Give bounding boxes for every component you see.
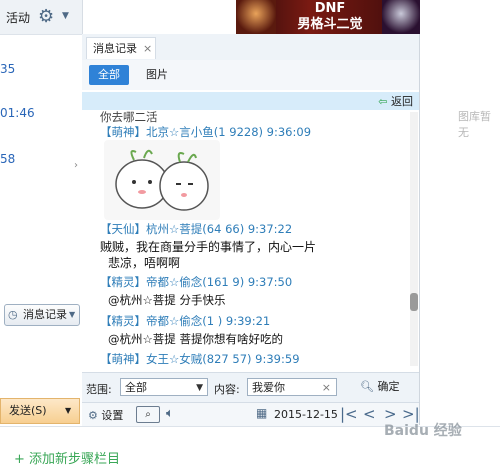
scrollbar-thumb[interactable] — [410, 293, 418, 311]
tab-bar: 消息记录 × — [82, 34, 419, 61]
chevron-down-icon: ▼ — [69, 310, 76, 319]
send-button-label: 发送(S) — [9, 404, 47, 417]
chevron-down-icon: ▼ — [196, 383, 203, 393]
scrollbar-track[interactable] — [410, 112, 418, 366]
left-panel: 活动 ⚙ ▼ 35 01:46 58 › ◷ 消息记录 ▼ 发送(S) ▼ — [0, 0, 83, 425]
left-topbar: 活动 ⚙ ▼ — [0, 0, 82, 35]
time-fragment: 01:46 — [0, 106, 35, 120]
settings-label: 设置 — [101, 409, 124, 422]
sticker-image[interactable] — [104, 140, 220, 220]
first-page-icon[interactable]: |< — [340, 405, 358, 423]
filter-pictures-button[interactable]: 图片 — [146, 65, 168, 85]
ad-character-left — [236, 0, 276, 34]
back-bar: ⇦ 返回 — [82, 92, 419, 110]
time-fragment: 58 — [0, 152, 16, 166]
confirm-label: 确定 — [377, 380, 400, 393]
ad-line1: DNF — [314, 1, 346, 16]
date-display[interactable]: 2015-12-15 — [274, 408, 338, 421]
ad-line2: 男格斗二觉 — [297, 17, 363, 32]
calendar-icon[interactable]: ▦ — [256, 406, 267, 420]
range-value: 全部 — [125, 381, 147, 394]
history-button[interactable]: ◷ 消息记录 ▼ — [4, 304, 80, 326]
tab-message-history[interactable]: 消息记录 × — [86, 37, 156, 59]
history-button-label: 消息记录 — [23, 308, 67, 321]
message-body: @杭州☆菩提 分手快乐 — [108, 293, 226, 307]
back-arrow-icon: ⇦ — [378, 95, 388, 108]
time-fragment: 35 — [0, 62, 16, 76]
content-label: 内容: — [214, 383, 240, 396]
close-icon[interactable]: × — [143, 38, 152, 60]
ad-text: DNF 男格斗二觉 — [284, 1, 376, 33]
collapse-arrow-icon[interactable]: › — [74, 160, 78, 171]
filter-all-button[interactable]: 全部 — [89, 65, 129, 85]
back-label: 返回 — [391, 95, 413, 108]
settings-button[interactable]: ⚙ 设置 — [88, 407, 123, 423]
message-body: 悲凉，唔啊啊 — [108, 256, 181, 270]
activity-label: 活动 — [6, 11, 31, 25]
send-button[interactable]: 发送(S) ▼ — [0, 398, 80, 424]
search-icon: 🔍︎ — [360, 380, 374, 393]
range-label: 范围: — [86, 383, 112, 396]
content-value: 我爱你 — [252, 381, 285, 394]
sticker-drawing — [115, 149, 209, 211]
right-hint-text: 图库暂无 — [458, 110, 491, 139]
content-search-input[interactable]: 我爱你 × — [247, 378, 337, 396]
subtab-bar: 全部 图片 — [82, 60, 419, 90]
search-icon[interactable]: ⌕ — [136, 406, 160, 423]
message-header: 【精灵】帝都☆偷念(161 9) 9:37:50 — [100, 275, 293, 289]
tab-label: 消息记录 — [93, 42, 137, 55]
message-header: 【精灵】帝都☆偷念(1 ) 9:39:21 — [100, 314, 271, 328]
clock-icon: ◷ — [8, 308, 18, 321]
watermark: Baidu 经验 — [384, 420, 492, 446]
previous-page-icon[interactable]: < — [363, 405, 376, 423]
add-step-link[interactable]: + 添加新步骤栏目 — [14, 448, 120, 467]
history-toolbar: ⚙ 设置 ⌕ 🔈︎ ▦ 2015-12-15 |< < > >| — [82, 402, 420, 427]
ad-banner[interactable]: DNF 男格斗二觉 — [236, 0, 420, 34]
ad-character-right — [382, 0, 420, 34]
gear-icon: ⚙ — [88, 409, 98, 422]
search-filter-bar: 范围: 全部 ▼ 内容: 我爱你 × 🔍︎ 确定 — [82, 372, 419, 403]
watermark-text: Baidu 经验 — [384, 423, 462, 439]
message-body: @杭州☆菩提 菩提你想有啥好吃的 — [108, 332, 283, 346]
chevron-down-icon[interactable]: ▼ — [62, 11, 69, 21]
confirm-search-button[interactable]: 🔍︎ 确定 — [360, 378, 399, 396]
message-body: 贼贼，我在商量分手的事情了，内心一片 — [100, 240, 317, 254]
back-button[interactable]: ⇦ 返回 — [378, 93, 413, 109]
message-header: 【萌神】北京☆言小鱼(1 9228) 9:36:09 — [100, 125, 312, 139]
gear-icon[interactable]: ⚙ — [38, 6, 54, 27]
message-fragment: 你去哪二活 — [100, 110, 158, 124]
clear-icon[interactable]: × — [322, 379, 331, 397]
range-select[interactable]: 全部 ▼ — [120, 378, 208, 396]
speaker-icon[interactable]: 🔈︎ — [166, 406, 174, 421]
message-header: 【萌神】女王☆女贼(827 57) 9:39:59 — [100, 352, 300, 366]
message-header: 【天仙】杭州☆菩提(64 66) 9:37:22 — [100, 222, 293, 236]
chevron-down-icon: ▼ — [65, 406, 72, 415]
